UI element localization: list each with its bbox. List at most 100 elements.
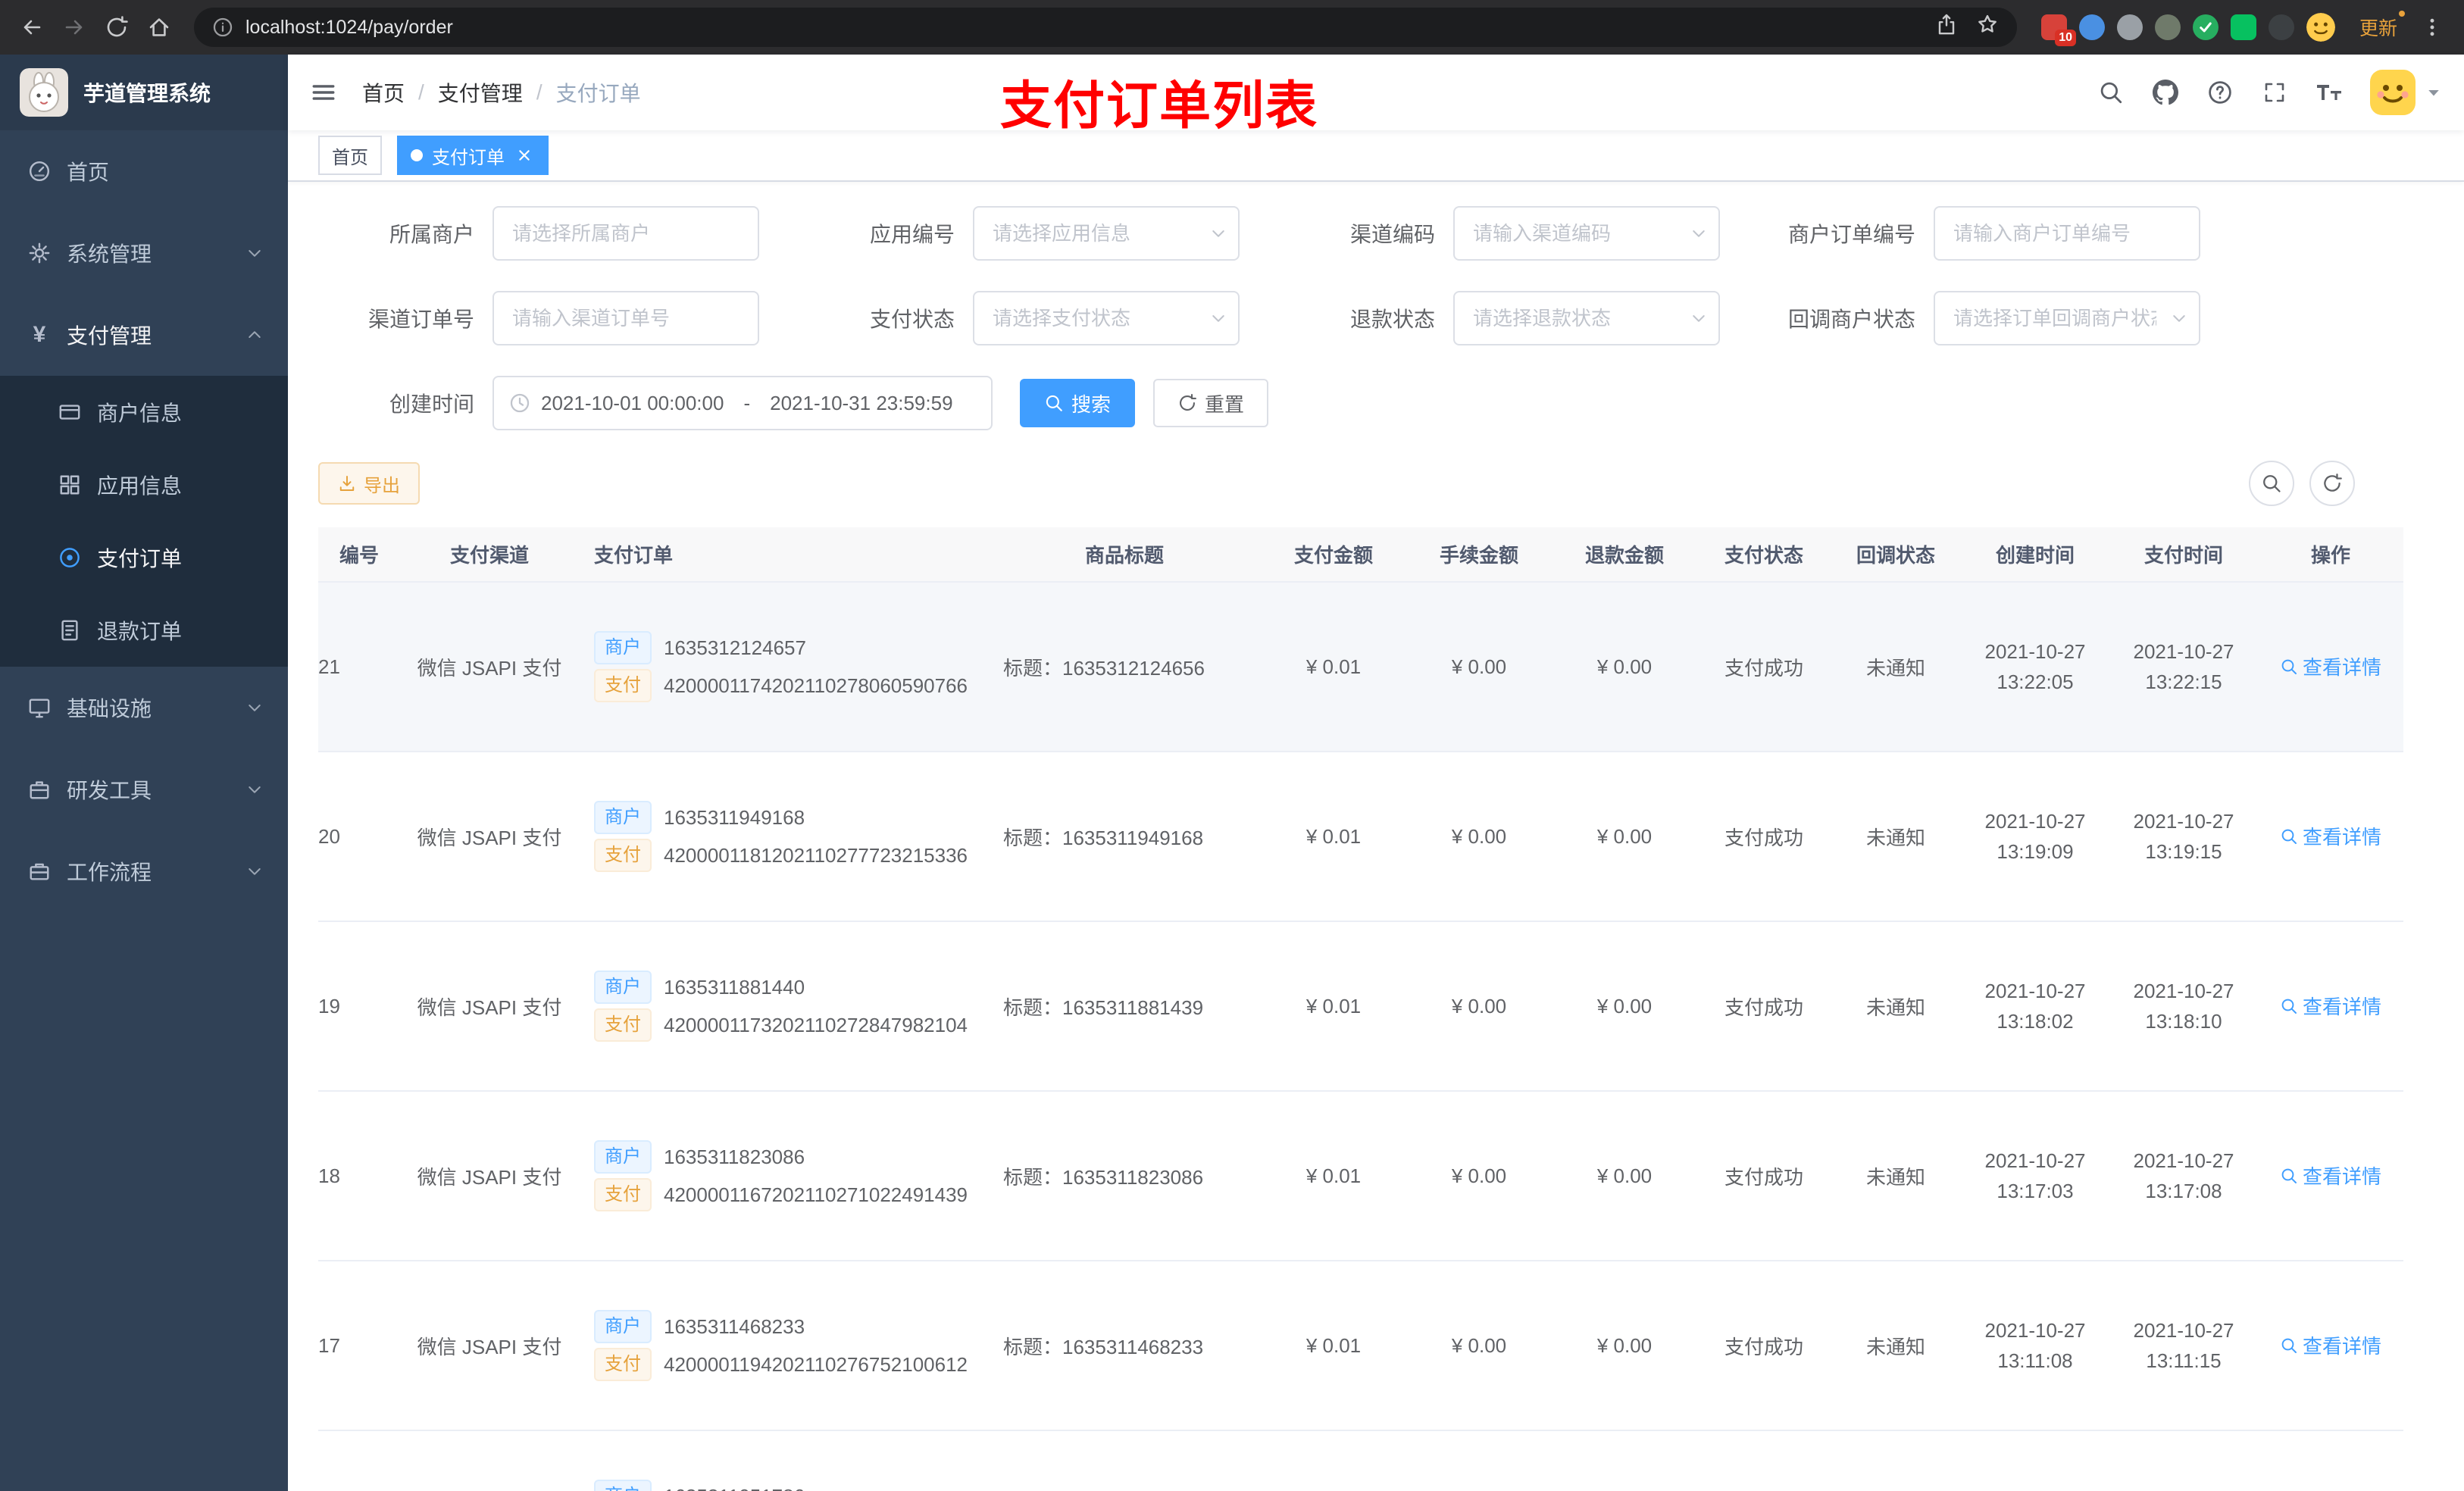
merchant-tag: 商户	[594, 631, 652, 664]
channel-cell: 微信 JSAPI 支付	[400, 752, 579, 922]
extension-icon-5[interactable]	[2192, 14, 2219, 40]
view-detail-link[interactable]: 查看详情	[2280, 652, 2381, 680]
sidebar-item-refund-order[interactable]: 退款订单	[0, 594, 288, 667]
annotation-title: 支付订单列表	[999, 77, 1319, 135]
sidebar-submenu-pay: 商户信息 应用信息 支付订单 退款订单	[0, 376, 288, 667]
browser-menu-icon[interactable]	[2412, 8, 2452, 47]
breadcrumb-home[interactable]: 首页	[362, 77, 405, 108]
column-header-refund: 退款金额	[1552, 527, 1697, 583]
column-header-status: 支付状态	[1697, 527, 1831, 583]
create-time-range-picker[interactable]: 2021-10-01 00:00:00 - 2021-10-31 23:59:5…	[492, 376, 993, 430]
channel-cell: 微信 JSAPI 支付	[400, 582, 579, 752]
close-icon[interactable]	[514, 145, 535, 166]
github-icon[interactable]	[2140, 67, 2191, 118]
orders-table: 编号 支付渠道 支付订单 商品标题 支付金额 手续金额 退款金额 支付状态 回调…	[318, 527, 2434, 1491]
fullscreen-icon[interactable]	[2249, 67, 2300, 118]
view-detail-link[interactable]: 查看详情	[2280, 1331, 2381, 1359]
sidebar-item-pay-order[interactable]: 支付订单	[0, 521, 288, 594]
table-row: 19 微信 JSAPI 支付 商户 1635311881440 支付 4200001…	[318, 921, 2403, 1092]
merchant-select[interactable]	[492, 206, 759, 261]
sidebar-item-home[interactable]: 首页	[0, 130, 288, 212]
reload-icon[interactable]	[97, 8, 136, 47]
browser-update-button[interactable]: 更新	[2359, 11, 2405, 41]
app-logo[interactable]: 芋道管理系统	[0, 55, 288, 130]
notify-status-select[interactable]	[1934, 291, 2200, 345]
sidebar-item-infrastructure[interactable]: 基础设施	[0, 667, 288, 749]
sidebar-item-merchant-info[interactable]: 商户信息	[0, 376, 288, 449]
channel-cell: 微信 JSAPI 支付	[400, 1091, 579, 1261]
screen: localhost:1024/pay/order 10 更新 芋道管理系统 首页…	[0, 0, 2464, 1491]
channel-cell: 微信 JSAPI 支付	[400, 1261, 579, 1431]
column-header-channel: 支付渠道	[400, 527, 579, 583]
sidebar-item-workflow[interactable]: 工作流程	[0, 830, 288, 912]
merchant-tag: 商户	[594, 971, 652, 1004]
table-row: 17 微信 JSAPI 支付 商户 1635311468233 支付 4200001…	[318, 1261, 2403, 1431]
refresh-icon	[1177, 393, 1197, 413]
view-detail-link[interactable]: 查看详情	[2280, 1161, 2381, 1189]
channel-order-no-input[interactable]	[492, 291, 759, 345]
extension-icon-4[interactable]	[2154, 14, 2181, 40]
sidebar-item-pay[interactable]: ¥ 支付管理	[0, 294, 288, 376]
merchant-order-no-input[interactable]	[1934, 206, 2200, 261]
search-icon	[1044, 393, 1064, 413]
channel-code-select[interactable]	[1453, 206, 1720, 261]
date-separator: -	[743, 391, 751, 414]
browser-profile-avatar[interactable]	[2306, 13, 2335, 42]
help-icon[interactable]	[2194, 67, 2246, 118]
search-button[interactable]: 搜索	[1020, 379, 1136, 427]
page-content: 所属商户 应用编号 渠道编码 商户订单编号	[288, 182, 2464, 1491]
export-button[interactable]: 导出	[318, 462, 420, 505]
home-icon[interactable]	[139, 8, 179, 47]
record-icon	[58, 545, 82, 570]
extension-icon-6[interactable]	[2230, 14, 2256, 40]
order-cell: 商户 1635311881440 支付 4200001173202110272847…	[579, 921, 988, 1092]
user-avatar[interactable]	[2370, 70, 2416, 115]
extension-icon-7[interactable]	[2268, 14, 2294, 40]
extension-icon-2[interactable]	[2078, 14, 2105, 40]
browser-toolbar: localhost:1024/pay/order 10 更新	[0, 0, 2464, 55]
title-cell: 标题：1635311823086	[988, 1091, 1261, 1261]
title-cell: 标题：1635311949168	[988, 752, 1261, 922]
status-cell: 支付成功	[1697, 752, 1831, 922]
forward-icon[interactable]	[55, 8, 94, 47]
view-detail-link[interactable]: 查看详情	[2280, 992, 2381, 1020]
breadcrumb-pay-management[interactable]: 支付管理	[438, 77, 523, 108]
search-icon[interactable]	[2085, 67, 2137, 118]
field-label: 应用编号	[869, 223, 955, 246]
filter-row-1: 所属商户 应用编号 渠道编码 商户订单编号	[318, 206, 2434, 261]
share-icon[interactable]	[1935, 13, 1958, 42]
refund-status-select[interactable]	[1453, 291, 1720, 345]
update-dot	[2399, 11, 2405, 17]
filter-row-2: 渠道订单号 支付状态 退款状态 回调商户状态	[318, 291, 2434, 345]
channel-cell	[400, 1430, 579, 1491]
extension-icon-1[interactable]: 10	[2040, 14, 2076, 46]
view-detail-link[interactable]: 查看详情	[2280, 822, 2381, 850]
title-cell: 标题：1635311881439	[988, 921, 1261, 1092]
monitor-icon	[27, 695, 52, 720]
tab-home[interactable]: 首页	[318, 136, 382, 175]
top-navbar: 首页 / 支付管理 / 支付订单 支付订单列表	[288, 55, 2464, 135]
pay-status-select[interactable]	[973, 291, 1240, 345]
logo-image	[20, 68, 68, 117]
address-bar[interactable]: localhost:1024/pay/order	[194, 8, 2017, 47]
merchant-tag: 商户	[594, 1140, 652, 1174]
breadcrumb-separator: /	[418, 80, 424, 104]
tab-pay-order[interactable]: 支付订单	[397, 136, 549, 175]
toggle-search-icon[interactable]	[2249, 461, 2294, 506]
back-icon[interactable]	[12, 8, 52, 47]
app-id-select[interactable]	[973, 206, 1240, 261]
sidebar-item-app-info[interactable]: 应用信息	[0, 449, 288, 521]
column-header-title: 商品标题	[988, 527, 1261, 583]
sidebar-item-dev-tools[interactable]: 研发工具	[0, 749, 288, 830]
refresh-table-icon[interactable]	[2309, 461, 2355, 506]
sidebar-item-system[interactable]: 系统管理	[0, 212, 288, 294]
font-size-icon[interactable]	[2303, 67, 2355, 118]
reset-button[interactable]: 重置	[1153, 379, 1269, 427]
hamburger-icon[interactable]	[288, 80, 359, 105]
status-cell: 支付成功	[1697, 1261, 1831, 1431]
pay-tag: 支付	[594, 669, 652, 702]
bookmark-star-icon[interactable]	[1976, 13, 1999, 42]
avatar-caret-icon[interactable]	[2425, 83, 2443, 102]
site-info-icon[interactable]	[212, 17, 233, 38]
extension-icon-3[interactable]	[2116, 14, 2143, 40]
